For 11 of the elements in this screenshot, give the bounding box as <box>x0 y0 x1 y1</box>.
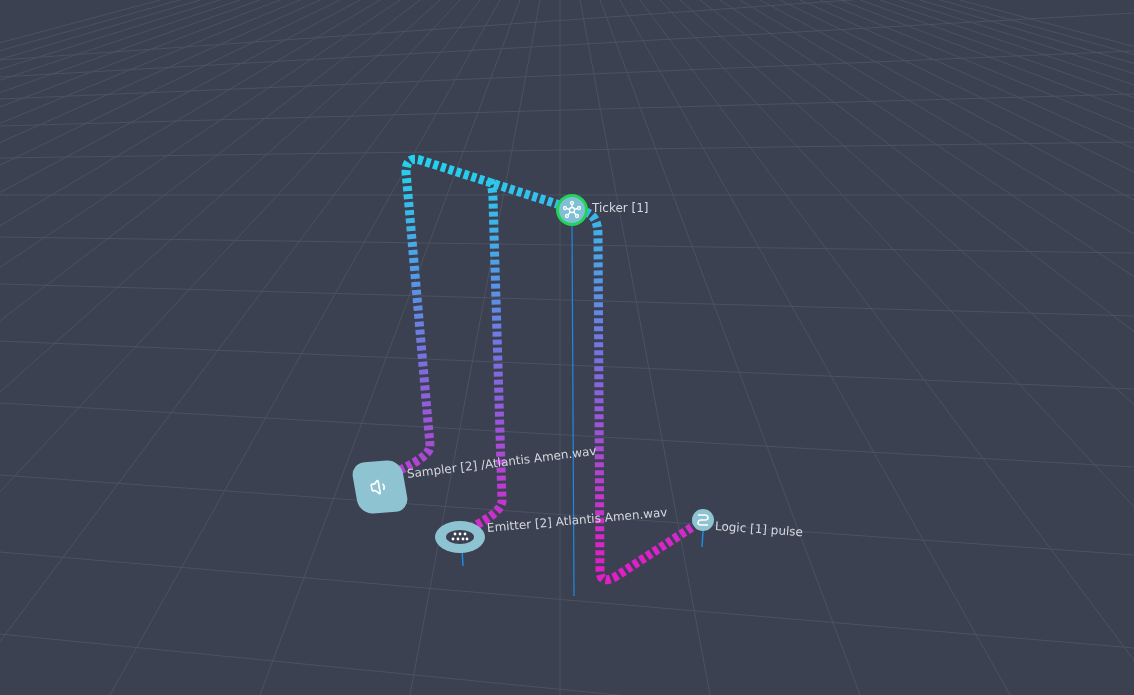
logic-node[interactable] <box>692 509 714 531</box>
stem-line <box>701 530 704 548</box>
node-label: Logic [1] pulse <box>714 519 804 540</box>
node-label: Ticker [1] <box>592 201 649 215</box>
node-label: Sampler [2] /Atlantis Amen.wav <box>406 443 598 481</box>
curve-icon <box>695 512 711 528</box>
dots-icon <box>445 529 475 545</box>
node-label: Emitter [2] Atlantis Amen.wav <box>486 505 668 535</box>
ticker-node[interactable] <box>556 194 588 226</box>
network-icon <box>562 200 582 220</box>
emitter-node[interactable] <box>435 521 485 553</box>
